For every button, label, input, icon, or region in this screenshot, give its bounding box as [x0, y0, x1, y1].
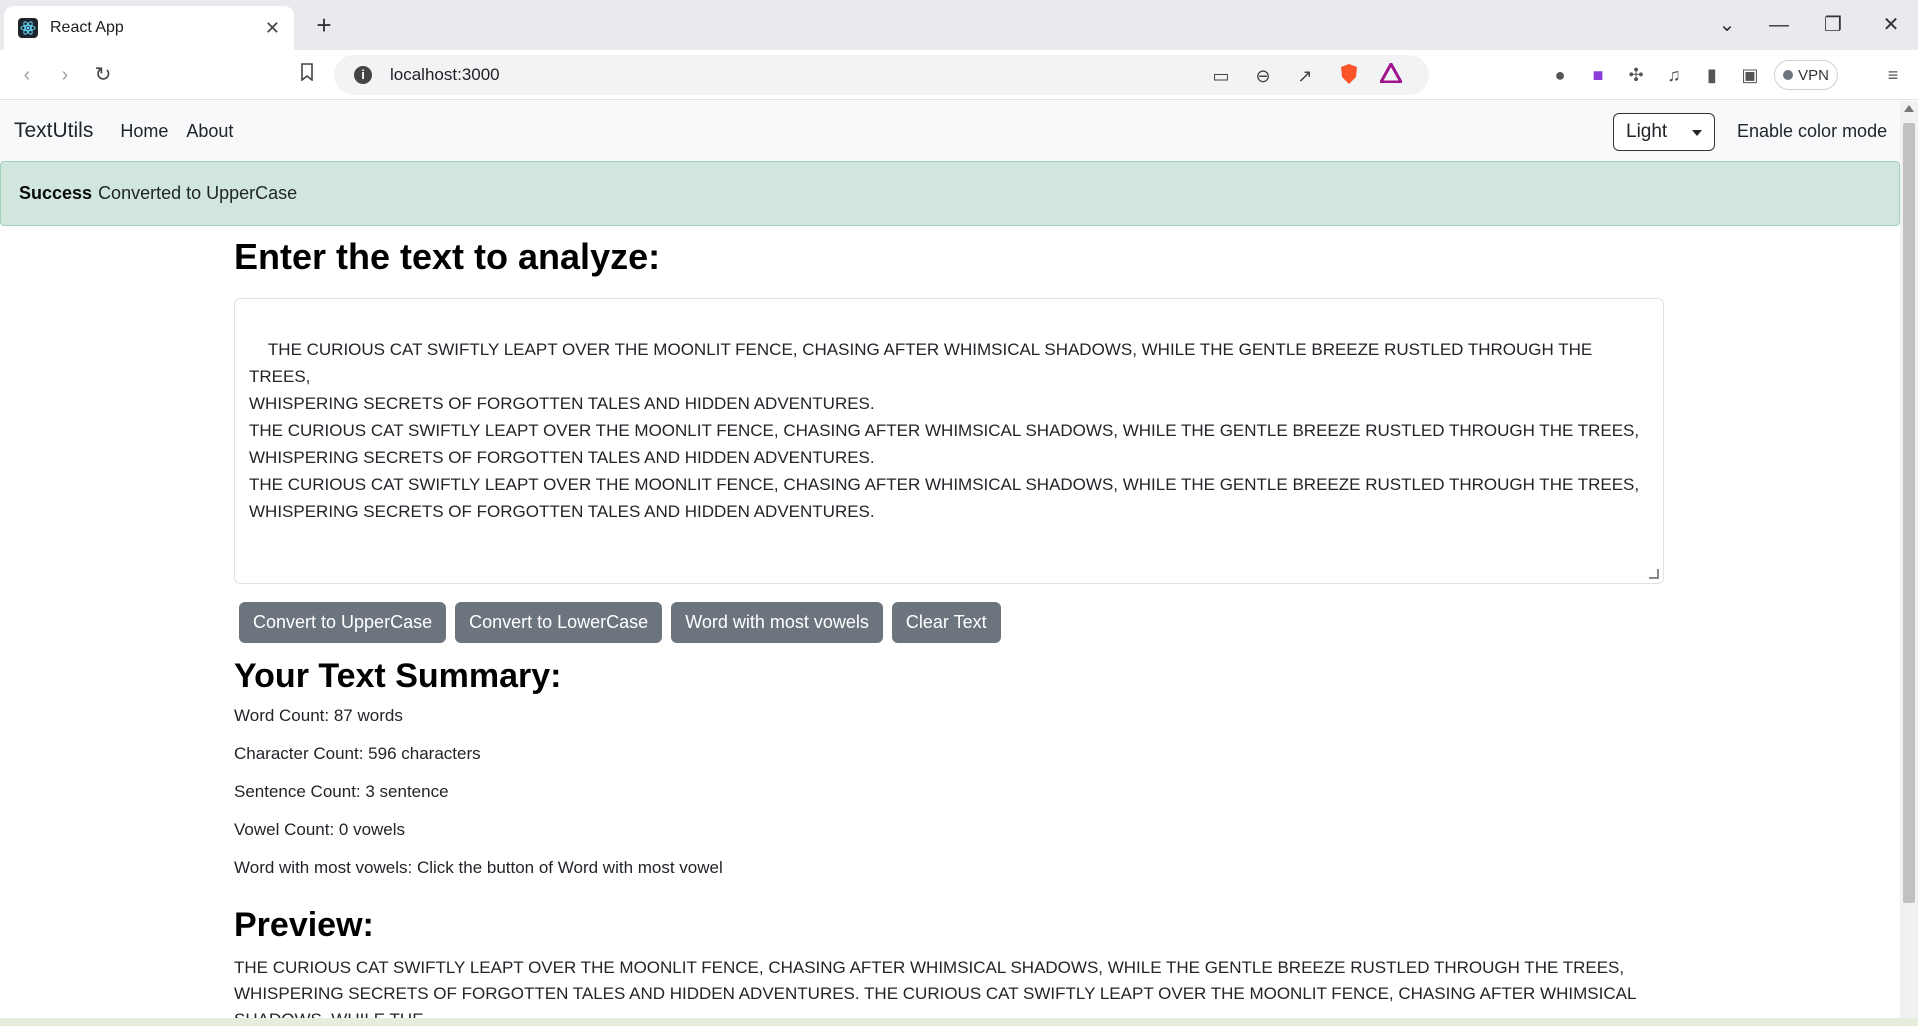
app-navbar: TextUtils Home About Light Enable color … — [0, 101, 1900, 161]
vpn-label: VPN — [1798, 66, 1829, 84]
site-info-icon[interactable]: i — [354, 66, 372, 84]
nav-link-about[interactable]: About — [186, 121, 233, 142]
tab-title: React App — [50, 19, 124, 36]
page-scrollbar[interactable] — [1900, 101, 1918, 1026]
color-mode-select[interactable]: Light — [1613, 113, 1715, 151]
convert-uppercase-button[interactable]: Convert to UpperCase — [239, 602, 447, 643]
extension-purple-icon[interactable]: ■ — [1585, 62, 1611, 88]
scrollbar-thumb[interactable] — [1903, 123, 1915, 903]
restore-icon[interactable]: ❐ — [1818, 12, 1848, 38]
vowel-count: Vowel Count: 0 vowels — [234, 820, 406, 839]
convert-lowercase-button[interactable]: Convert to LowerCase — [455, 602, 663, 643]
most-vowels-button[interactable]: Word with most vowels — [671, 602, 883, 643]
resize-grip-icon[interactable] — [1649, 569, 1659, 579]
text-input-area[interactable]: THE CURIOUS CAT SWIFTLY LEAPT OVER THE M… — [234, 298, 1664, 584]
clear-text-button[interactable]: Clear Text — [891, 602, 1001, 643]
tab-search-icon[interactable]: ⌄ — [1712, 12, 1742, 38]
extensions-puzzle-icon[interactable]: ✣ — [1623, 62, 1649, 88]
preview-title: Preview: — [234, 906, 374, 944]
success-alert: Success Converted to UpperCase — [0, 161, 1900, 226]
summary-title: Your Text Summary: — [234, 657, 562, 695]
reload-icon[interactable]: ↻ — [88, 60, 118, 90]
navbar-brand[interactable]: TextUtils — [14, 119, 93, 143]
character-count: Character Count: 596 characters — [234, 744, 481, 763]
browser-tab[interactable]: React App ✕ — [4, 6, 294, 50]
word-count: Word Count: 87 words — [234, 706, 403, 725]
brave-rewards-icon[interactable] — [1378, 60, 1404, 89]
url-text: localhost:3000 — [390, 65, 500, 84]
react-favicon-icon — [18, 18, 38, 38]
brave-shield-icon[interactable] — [1336, 63, 1362, 89]
bookmark-icon[interactable] — [292, 60, 322, 90]
cast-icon[interactable]: ▭ — [1208, 63, 1234, 89]
alert-message: Converted to UpperCase — [98, 183, 298, 203]
vpn-status-icon — [1783, 70, 1794, 80]
page-title: Enter the text to analyze: — [234, 236, 661, 277]
address-bar[interactable]: i localhost:3000 ▭ ⊖ ↗ — [334, 55, 1429, 95]
nav-link-home[interactable]: Home — [120, 121, 168, 142]
wallet-icon[interactable]: ▣ — [1737, 62, 1763, 88]
forward-icon[interactable]: › — [50, 60, 80, 90]
music-icon[interactable]: ♫ — [1661, 62, 1687, 88]
main-content: Enter the text to analyze: THE CURIOUS C… — [234, 226, 1664, 1026]
action-buttons: Convert to UpperCase Convert to LowerCas… — [234, 602, 1664, 643]
close-tab-icon[interactable]: ✕ — [265, 18, 280, 39]
extension-orange-icon[interactable]: ● — [1547, 62, 1573, 88]
browser-toolbar: ‹ › ↻ i localhost:3000 ▭ ⊖ ↗ ● ■ ✣ ♫ ▮ ▣… — [0, 50, 1918, 100]
color-mode-value: Light — [1626, 121, 1668, 142]
sidebar-icon[interactable]: ▮ — [1699, 62, 1725, 88]
alert-type: Success — [19, 183, 93, 203]
vpn-button[interactable]: VPN — [1774, 60, 1838, 90]
minimize-icon[interactable]: — — [1764, 12, 1794, 38]
chevron-down-icon — [1692, 130, 1702, 136]
window-close-icon[interactable]: ✕ — [1876, 12, 1906, 38]
share-icon[interactable]: ↗ — [1292, 63, 1318, 89]
textarea-value: THE CURIOUS CAT SWIFTLY LEAPT OVER THE M… — [249, 340, 1640, 521]
most-vowels-result: Word with most vowels: Click the button … — [234, 858, 723, 877]
sentence-count: Sentence Count: 3 sentence — [234, 782, 449, 801]
bottom-strip — [0, 1018, 1918, 1026]
browser-tabstrip: React App ✕ + ⌄ — ❐ ✕ — [0, 0, 1918, 50]
zoom-icon[interactable]: ⊖ — [1250, 63, 1276, 89]
back-icon[interactable]: ‹ — [12, 60, 42, 90]
new-tab-icon[interactable]: + — [312, 10, 336, 40]
scroll-up-icon[interactable] — [1904, 105, 1914, 112]
preview-text: THE CURIOUS CAT SWIFTLY LEAPT OVER THE M… — [234, 958, 1636, 1026]
menu-icon[interactable]: ≡ — [1880, 62, 1906, 88]
color-mode-label: Enable color mode — [1737, 121, 1888, 141]
